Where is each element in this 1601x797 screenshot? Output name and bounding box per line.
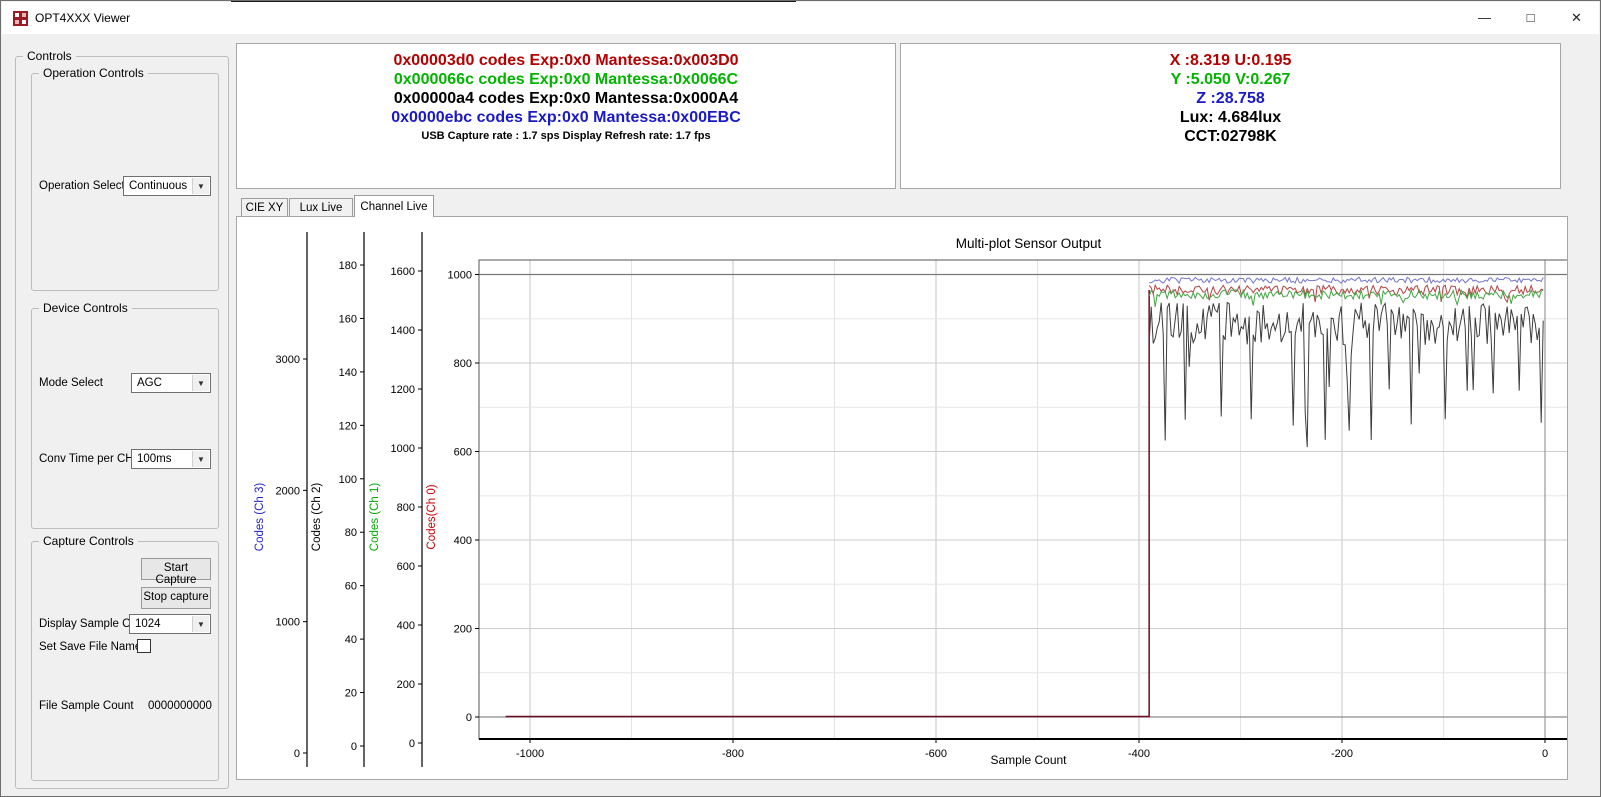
operation-select-value: Continuous xyxy=(129,180,187,192)
cie-value-readout: CCT:02798K xyxy=(901,127,1560,146)
chevron-down-icon: ▼ xyxy=(192,178,209,194)
channel-codes-panel: 0x00003d0 codes Exp:0x0 Mantessa:0x003D0… xyxy=(236,43,896,189)
cie-value-readout: Lux: 4.684lux xyxy=(901,108,1560,127)
y-axis-title: Codes(Ch 0) xyxy=(426,484,438,549)
x-tick-label: -600 xyxy=(925,748,947,760)
cie-values-panel: X :8.319 U:0.195Y :5.050 V:0.267Z :28.75… xyxy=(900,43,1561,189)
channel-code-readout: 0x0000ebc codes Exp:0x0 Mantessa:0x00EBC xyxy=(237,108,895,127)
channel-code-readout: 0x000066c codes Exp:0x0 Mantessa:0x0066C xyxy=(237,70,895,89)
app-window: OPT4XXX Viewer — □ ✕ Controls Operation … xyxy=(0,0,1601,797)
controls-group-label: Controls xyxy=(23,49,76,63)
y-tick-label: 3000 xyxy=(276,354,300,366)
mode-select-dropdown[interactable]: AGC ▼ xyxy=(131,373,211,393)
chevron-down-icon: ▼ xyxy=(192,375,209,391)
y-tick-label: 120 xyxy=(339,420,357,432)
y-tick-label: 600 xyxy=(454,447,472,459)
multiplot-chart[interactable]: 0100020003000Codes (Ch 3)020406080100120… xyxy=(237,217,1567,779)
tab-cie-xy[interactable]: CIE XY xyxy=(241,198,288,217)
y-axis-title: Codes (Ch 2) xyxy=(311,483,323,552)
channel-code-readout: 0x00003d0 codes Exp:0x0 Mantessa:0x003D0 xyxy=(237,51,895,70)
series-trace-ch0 xyxy=(1149,285,1543,302)
device-controls-group: Device Controls xyxy=(31,308,219,529)
y-axis-title: Codes (Ch 3) xyxy=(254,483,266,552)
chart-title: Multi-plot Sensor Output xyxy=(956,236,1102,251)
title-bar: OPT4XXX Viewer — □ ✕ xyxy=(2,2,1599,34)
operation-controls-label: Operation Controls xyxy=(39,66,148,80)
y-tick-label: 0 xyxy=(351,741,357,753)
y-tick-label: 20 xyxy=(345,688,357,700)
chevron-down-icon: ▼ xyxy=(192,451,209,467)
y-tick-label: 1400 xyxy=(391,325,415,337)
baseline-trace xyxy=(506,290,1150,717)
cie-value-readout: X :8.319 U:0.195 xyxy=(901,51,1560,70)
maximize-button[interactable]: □ xyxy=(1508,2,1553,34)
series-trace-ch3 xyxy=(1149,277,1543,283)
series-trace-ch2 xyxy=(1149,303,1543,448)
file-sample-count-label: File Sample Count xyxy=(39,700,134,712)
y-tick-label: 160 xyxy=(339,313,357,325)
mode-select-label: Mode Select xyxy=(39,377,103,389)
conv-time-label: Conv Time per CH xyxy=(39,453,134,465)
y-tick-label: 2000 xyxy=(276,485,300,497)
operation-select-label: Operation Select xyxy=(39,180,125,192)
x-tick-label: -1000 xyxy=(516,748,544,760)
stop-capture-button[interactable]: Stop capture xyxy=(141,587,211,609)
x-tick-label: -800 xyxy=(722,748,744,760)
cie-value-readout: Z :28.758 xyxy=(901,89,1560,108)
y-tick-label: 0 xyxy=(294,748,300,760)
y-tick-label: 80 xyxy=(345,527,357,539)
close-button[interactable]: ✕ xyxy=(1554,2,1599,34)
y-tick-label: 1600 xyxy=(391,266,415,278)
conv-time-value: 100ms xyxy=(137,453,172,465)
x-axis-title: Sample Count xyxy=(990,753,1067,767)
tab-lux-live[interactable]: Lux Live xyxy=(289,198,353,217)
window-title: OPT4XXX Viewer xyxy=(35,11,130,25)
y-tick-label: 1200 xyxy=(391,384,415,396)
start-capture-button[interactable]: Start Capture xyxy=(141,558,211,580)
y-tick-label: 600 xyxy=(397,561,415,573)
y-tick-label: 400 xyxy=(397,620,415,632)
capture-rate-readout: USB Capture rate : 1.7 sps Display Refre… xyxy=(237,130,895,142)
app-icon xyxy=(13,11,28,26)
y-tick-label: 1000 xyxy=(448,270,472,282)
y-tick-label: 180 xyxy=(339,260,357,272)
y-tick-label: 400 xyxy=(454,535,472,547)
file-sample-count-value: 0000000000 xyxy=(148,700,212,712)
y-tick-label: 60 xyxy=(345,581,357,593)
x-tick-label: 0 xyxy=(1542,748,1548,760)
y-tick-label: 200 xyxy=(397,679,415,691)
y-tick-label: 1000 xyxy=(276,617,300,629)
conv-time-dropdown[interactable]: 100ms ▼ xyxy=(131,449,211,469)
y-tick-label: 200 xyxy=(454,624,472,636)
y-tick-label: 1000 xyxy=(391,443,415,455)
x-tick-label: -200 xyxy=(1331,748,1353,760)
capture-controls-label: Capture Controls xyxy=(39,534,138,548)
display-sample-count-value: 1024 xyxy=(135,618,161,630)
operation-select-dropdown[interactable]: Continuous ▼ xyxy=(123,176,211,196)
y-tick-label: 800 xyxy=(397,502,415,514)
y-tick-label: 40 xyxy=(345,634,357,646)
y-tick-label: 0 xyxy=(409,738,415,750)
device-controls-label: Device Controls xyxy=(39,301,132,315)
minimize-button[interactable]: — xyxy=(1462,2,1507,34)
channel-code-readout: 0x00000a4 codes Exp:0x0 Mantessa:0x000A4 xyxy=(237,89,895,108)
display-sample-count-dropdown[interactable]: 1024 ▼ xyxy=(129,614,211,634)
plot-frame xyxy=(479,260,1567,739)
y-tick-label: 800 xyxy=(454,358,472,370)
tab-channel-live[interactable]: Channel Live xyxy=(354,195,434,217)
y-tick-label: 100 xyxy=(339,474,357,486)
set-save-file-label: Set Save File Name xyxy=(39,641,141,653)
chevron-down-icon: ▼ xyxy=(192,616,209,632)
y-axis-title: Codes (Ch 1) xyxy=(369,483,381,552)
y-tick-label: 0 xyxy=(466,712,472,724)
mode-select-value: AGC xyxy=(137,377,162,389)
x-tick-label: -400 xyxy=(1128,748,1150,760)
y-tick-label: 140 xyxy=(339,367,357,379)
cie-value-readout: Y :5.050 V:0.267 xyxy=(901,70,1560,89)
channel-live-tab-panel: 0100020003000Codes (Ch 3)020406080100120… xyxy=(236,216,1568,780)
set-save-file-checkbox[interactable] xyxy=(137,639,151,653)
